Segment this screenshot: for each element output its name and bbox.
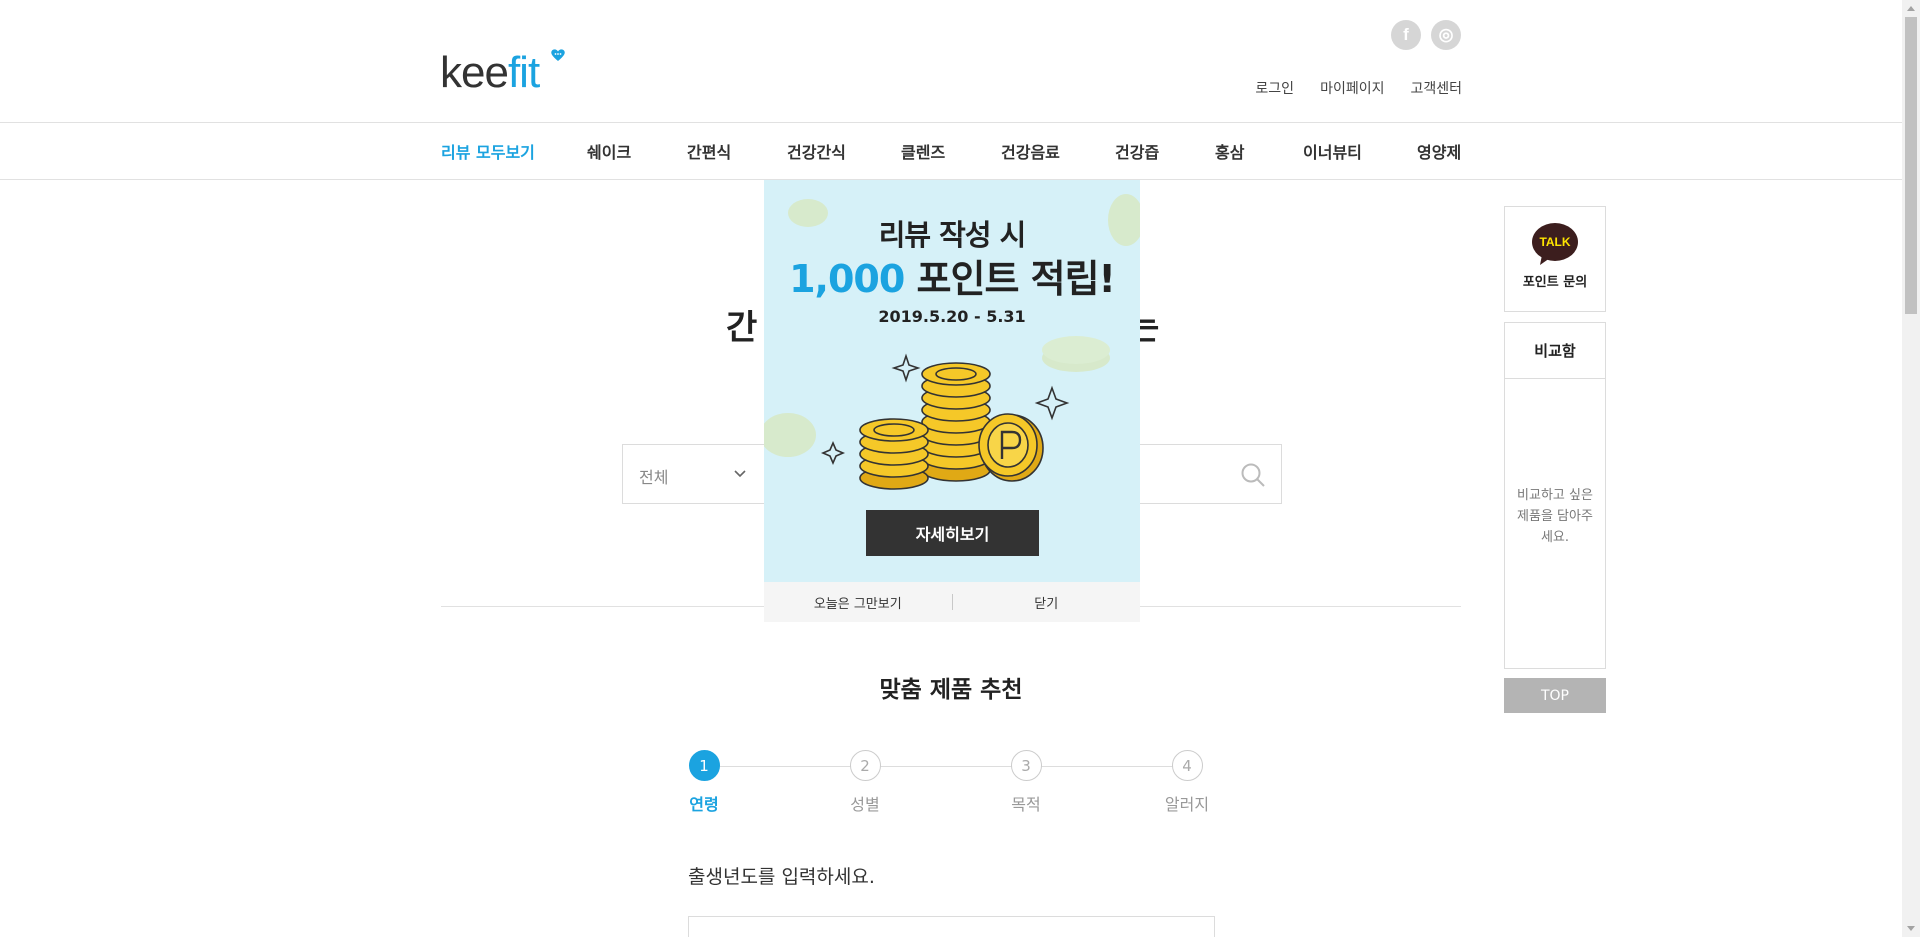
talk-badge-text: TALK <box>1539 235 1570 249</box>
talk-bubble-icon: TALK <box>1532 223 1578 265</box>
step-age[interactable]: 1 연령 <box>674 750 734 815</box>
nav-item-shake[interactable]: 쉐이크 <box>587 139 687 163</box>
step-label: 목적 <box>1011 795 1041 814</box>
popup-points-number: 1,000 <box>789 257 905 301</box>
step-allergy[interactable]: 4 알러지 <box>1157 750 1217 815</box>
nav-item-all-reviews[interactable]: 리뷰 모두보기 <box>441 139 587 163</box>
popup-detail-button[interactable]: 자세히보기 <box>866 510 1039 556</box>
chat-heart-icon <box>551 49 565 61</box>
popup-date: 2019.5.20 - 5.31 <box>878 307 1026 326</box>
top-button[interactable]: TOP <box>1504 678 1606 713</box>
step-number: 4 <box>1171 750 1203 781</box>
sparkle-icon <box>891 353 921 383</box>
nav-item-red-ginseng[interactable]: 홍삼 <box>1215 139 1303 163</box>
birth-year-input[interactable] <box>688 916 1215 937</box>
scroll-up-arrow-icon[interactable] <box>1907 6 1915 11</box>
popup-footer: 오늘은 그만보기 닫기 <box>764 582 1140 622</box>
step-number: 2 <box>849 750 881 781</box>
popup-points-text: 포인트 적립! <box>904 257 1116 301</box>
popup-close-button[interactable]: 닫기 <box>953 593 1141 612</box>
category-select[interactable]: 전체 <box>639 464 668 488</box>
scrollbar[interactable] <box>1902 0 1920 937</box>
hero-title-left: 간 <box>726 308 758 348</box>
step-gender[interactable]: 2 성별 <box>835 750 895 815</box>
step-number: 3 <box>1010 750 1042 781</box>
recommend-stepper: 1 연령 2 성별 3 목적 4 알러지 <box>688 750 1209 820</box>
kakao-talk-icon: TALK <box>1532 223 1578 265</box>
scroll-down-arrow-icon[interactable] <box>1907 926 1915 931</box>
sparkle-icon <box>820 440 846 466</box>
popup-points-line: 1,000 포인트 적립! <box>764 248 1140 303</box>
kakao-talk-inquiry[interactable]: TALK 포인트 문의 <box>1504 206 1606 312</box>
nav-item-simple-meal[interactable]: 간편식 <box>687 139 787 163</box>
nav-item-healthy-snack[interactable]: 건강간식 <box>787 139 901 163</box>
login-link[interactable]: 로그인 <box>1255 78 1294 98</box>
stepper-line <box>704 766 1192 767</box>
customer-center-link[interactable]: 고객센터 <box>1410 78 1462 98</box>
step-number: 1 <box>688 750 720 781</box>
logo-text-kee: kee <box>440 48 509 97</box>
step-label: 연령 <box>689 795 719 814</box>
recommend-title: 맞춤 제품 추천 <box>879 677 1023 703</box>
nav-item-health-drink[interactable]: 건강음료 <box>1001 139 1115 163</box>
logo-text-fit: fit <box>507 48 540 97</box>
step-purpose[interactable]: 3 목적 <box>996 750 1056 815</box>
keefit-logo[interactable]: keefit <box>440 48 540 98</box>
step-label: 알러지 <box>1164 795 1210 814</box>
compare-title[interactable]: 비교함 <box>1505 323 1605 379</box>
talk-label: 포인트 문의 <box>1522 275 1588 290</box>
chevron-down-icon <box>734 470 746 478</box>
sparkle-icon <box>1034 385 1070 421</box>
nav-bar: 리뷰 모두보기 쉐이크 간편식 건강간식 클렌즈 건강음료 건강즙 홍삼 이너뷰… <box>0 122 1902 180</box>
coin-stack-icon <box>921 362 991 482</box>
facebook-icon[interactable]: f <box>1391 20 1421 50</box>
popup-dismiss-today-button[interactable]: 오늘은 그만보기 <box>764 593 952 612</box>
page: keefit f ◎ 로그인 마이페이지 고객센터 리뷰 모두보기 쉐이크 간편… <box>0 0 1920 937</box>
coin-stack-icon <box>859 418 929 490</box>
main-nav: 리뷰 모두보기 쉐이크 간편식 건강간식 클렌즈 건강음료 건강즙 홍삼 이너뷰… <box>441 123 1461 179</box>
birth-year-label: 출생년도를 입력하세요. <box>688 866 875 888</box>
review-point-popup: 리뷰 작성 시 1,000 포인트 적립! 2019.5.20 - 5.31 자… <box>764 180 1140 622</box>
compare-empty-text: 비교하고 싶은 제품을 담아주세요. <box>1517 488 1593 545</box>
nav-item-supplements[interactable]: 영양제 <box>1417 139 1461 163</box>
search-icon[interactable] <box>1239 461 1267 489</box>
step-label: 성별 <box>850 795 880 814</box>
util-links: 로그인 마이페이지 고객센터 <box>1255 78 1462 98</box>
mypage-link[interactable]: 마이페이지 <box>1320 78 1384 98</box>
compare-box: 비교함 비교하고 싶은 제품을 담아주세요. <box>1504 322 1606 669</box>
nav-item-cleanse[interactable]: 클렌즈 <box>901 139 1001 163</box>
nav-item-health-juice[interactable]: 건강즙 <box>1115 139 1215 163</box>
instagram-icon[interactable]: ◎ <box>1431 20 1461 50</box>
scroll-thumb[interactable] <box>1905 17 1917 314</box>
nav-item-inner-beauty[interactable]: 이너뷰티 <box>1303 139 1417 163</box>
